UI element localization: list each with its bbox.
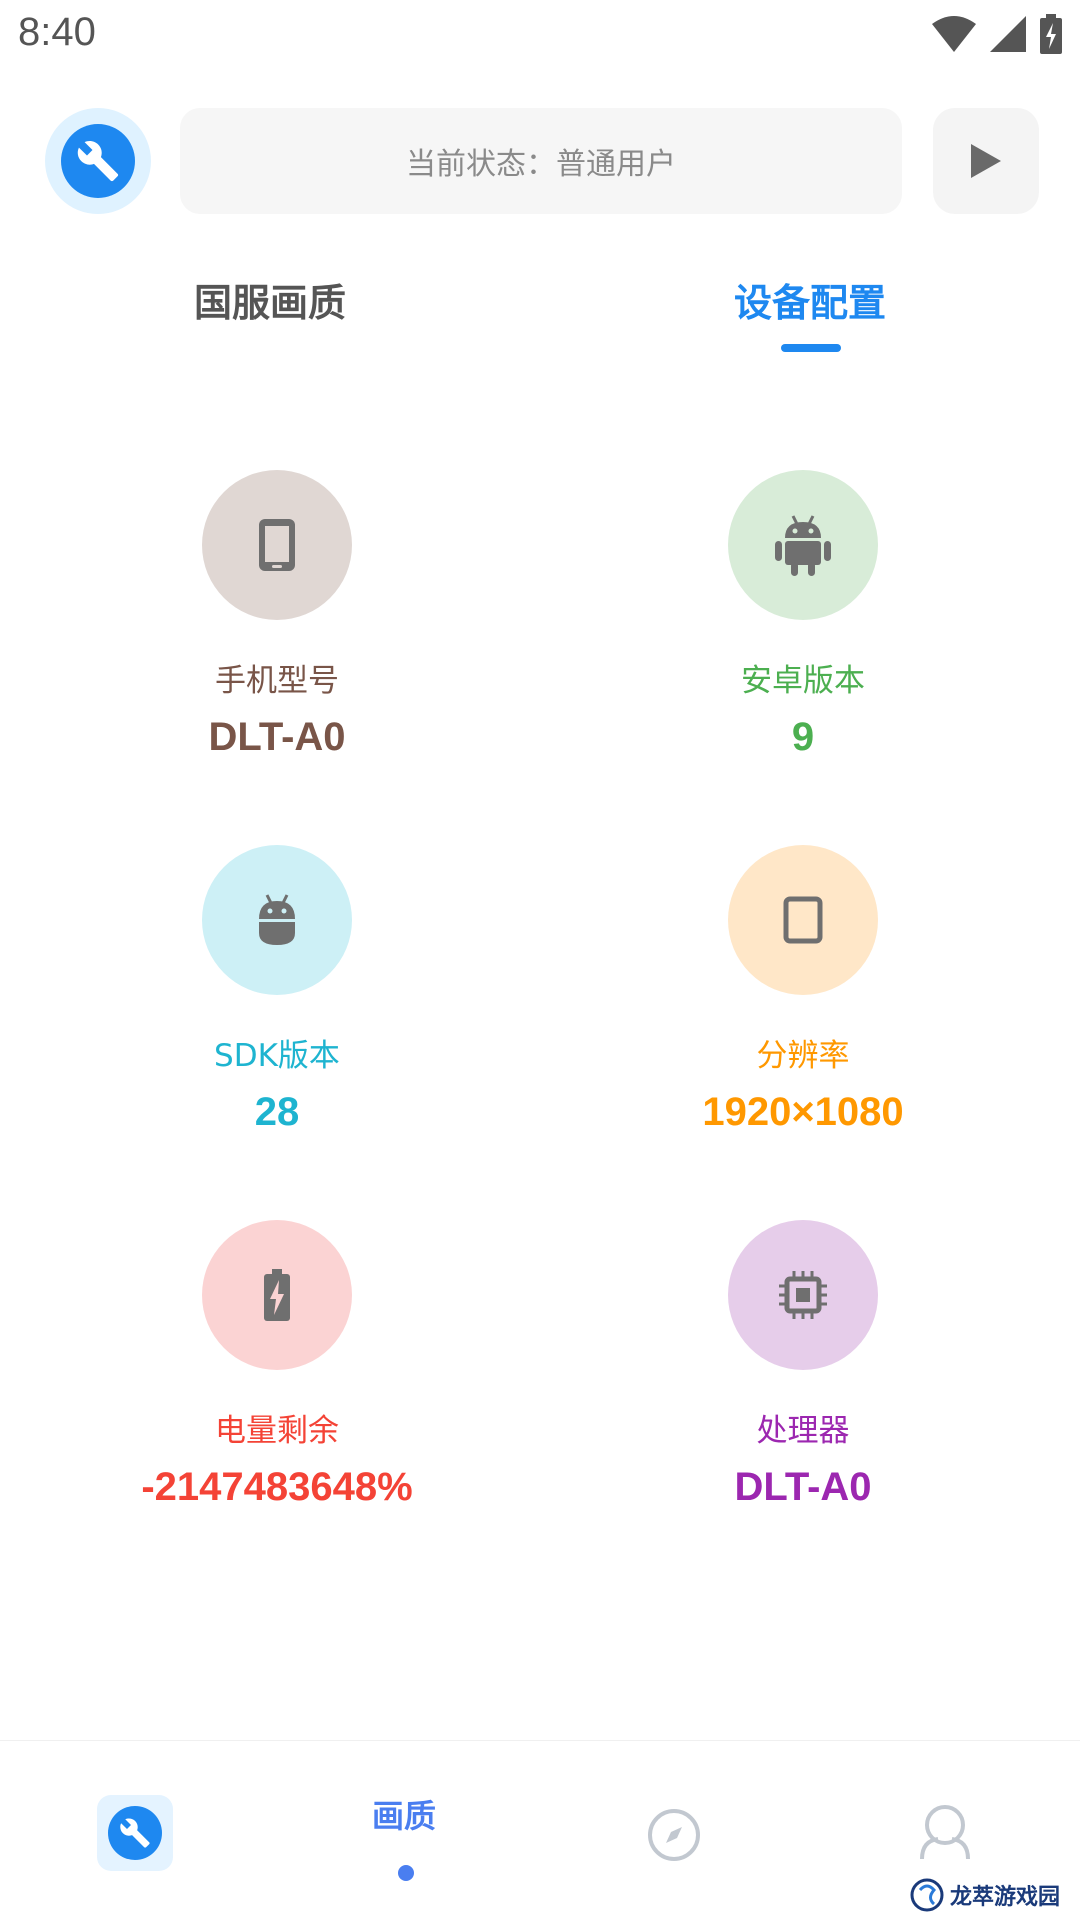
info-battery: 电量剩余 -2147483648% <box>7 1220 547 1595</box>
info-label: 处理器 <box>756 1413 850 1449</box>
info-value: 9 <box>791 715 815 759</box>
info-label: SDK版本 <box>214 1038 340 1074</box>
status-time: 8:40 <box>18 10 96 54</box>
info-processor: 处理器 DLT-A0 <box>533 1220 1073 1595</box>
user-status-text: 当前状态：普通用户 <box>406 147 676 182</box>
watermark-text: 龙萃游戏园 <box>949 1885 1060 1910</box>
play-icon <box>971 144 1001 178</box>
info-circle <box>728 1220 878 1370</box>
info-circle <box>728 470 878 620</box>
cell-signal-icon <box>990 16 1026 52</box>
info-value: DLT-A0 <box>734 1465 872 1509</box>
tab-bar: 国服画质 设备配置 <box>0 258 1080 358</box>
tab-cn-quality[interactable]: 国服画质 <box>194 272 346 327</box>
android-head-icon <box>259 894 295 945</box>
battery-icon <box>264 1269 290 1321</box>
play-button[interactable] <box>933 108 1039 214</box>
info-sdk-version: SDK版本 28 <box>7 845 547 1220</box>
info-circle <box>202 1220 352 1370</box>
user-icon <box>920 1805 970 1860</box>
wifi-icon <box>932 16 976 52</box>
info-label: 手机型号 <box>215 663 339 699</box>
nav-tool-button[interactable] <box>97 1795 173 1871</box>
top-bar: 当前状态：普通用户 <box>0 108 1080 214</box>
info-circle <box>202 845 352 995</box>
nav-active-dot <box>398 1865 414 1881</box>
battery-charging-icon <box>1040 14 1062 54</box>
wrench-icon <box>77 141 119 182</box>
info-android-version: 安卓版本 9 <box>533 470 1073 845</box>
chip-icon <box>779 1271 827 1319</box>
wrench-badge <box>61 124 135 198</box>
wrench-icon <box>120 1818 150 1848</box>
info-label: 安卓版本 <box>741 663 865 699</box>
watermark: 龙萃游戏园 <box>910 1878 1060 1912</box>
nav-profile-button[interactable] <box>918 1803 972 1865</box>
info-circle <box>728 845 878 995</box>
wrench-badge <box>108 1806 162 1860</box>
nav-discover-button[interactable] <box>646 1807 702 1867</box>
info-label: 分辨率 <box>756 1038 850 1074</box>
user-status-pill: 当前状态：普通用户 <box>180 108 902 214</box>
info-value: -2147483648% <box>141 1465 413 1509</box>
tab-indicator <box>781 344 841 352</box>
tool-avatar[interactable] <box>45 108 151 214</box>
status-bar: 8:40 <box>0 0 1080 74</box>
tab-device-config[interactable]: 设备配置 <box>734 272 886 327</box>
phone-icon <box>259 519 295 571</box>
tablet-icon <box>783 896 823 944</box>
info-value: 1920×1080 <box>702 1090 904 1134</box>
info-resolution: 分辨率 1920×1080 <box>533 845 1073 1220</box>
info-value: 28 <box>254 1090 300 1134</box>
info-label: 电量剩余 <box>215 1413 339 1449</box>
info-phone-model: 手机型号 DLT-A0 <box>7 470 547 845</box>
info-circle <box>202 470 352 620</box>
info-value: DLT-A0 <box>208 715 346 759</box>
status-icons <box>932 14 1062 54</box>
nav-quality-tab[interactable]: 画质 <box>372 1791 436 1837</box>
android-icon <box>775 515 831 576</box>
compass-icon <box>648 1809 700 1861</box>
watermark-logo-icon <box>910 1878 944 1912</box>
